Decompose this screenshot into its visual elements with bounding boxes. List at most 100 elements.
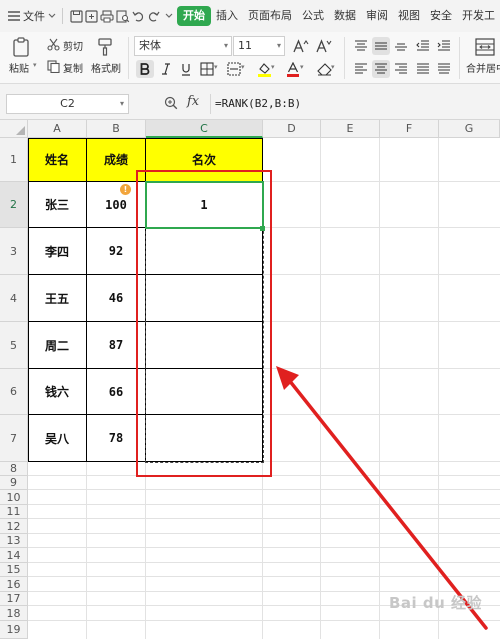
underline-icon[interactable] bbox=[177, 60, 195, 78]
row-header-16[interactable]: 16 bbox=[0, 577, 28, 592]
row-header-1[interactable]: 1 bbox=[0, 138, 28, 182]
print-icon[interactable] bbox=[100, 6, 115, 26]
table-cell-rank[interactable] bbox=[146, 322, 262, 368]
row-header-3[interactable]: 3 bbox=[0, 228, 28, 275]
cell-style-dropdown-icon[interactable]: ▾ bbox=[241, 63, 245, 71]
tab-developer[interactable]: 开发工 bbox=[457, 6, 500, 26]
font-name-select[interactable]: 宋体 ▾ bbox=[134, 36, 232, 56]
fill-handle[interactable] bbox=[260, 226, 265, 231]
table-cell-score[interactable]: 78 bbox=[87, 415, 145, 461]
table-cell-rank[interactable] bbox=[146, 228, 262, 274]
tab-view[interactable]: 视图 bbox=[393, 6, 425, 26]
tab-security[interactable]: 安全 bbox=[425, 6, 457, 26]
row-header-8[interactable]: 8 bbox=[0, 462, 28, 476]
align-middle-icon[interactable] bbox=[372, 37, 390, 55]
scissors-icon[interactable] bbox=[46, 37, 60, 51]
align-center-icon[interactable] bbox=[372, 60, 390, 78]
merge-center-button[interactable]: 合并居中 bbox=[466, 60, 500, 75]
row-header-17[interactable]: 17 bbox=[0, 592, 28, 606]
row-header-5[interactable]: 5 bbox=[0, 322, 28, 369]
quick-access-more-icon[interactable] bbox=[162, 6, 177, 26]
eraser-dropdown-icon[interactable]: ▾ bbox=[331, 63, 335, 71]
font-color-dropdown-icon[interactable]: ▾ bbox=[300, 63, 304, 71]
paste-dropdown-icon[interactable]: ▾ bbox=[33, 61, 37, 69]
redo-icon[interactable] bbox=[146, 6, 161, 26]
row-header-13[interactable]: 13 bbox=[0, 534, 28, 548]
name-box[interactable]: C2 ▾ bbox=[6, 94, 129, 114]
align-top-icon[interactable] bbox=[352, 37, 370, 55]
header-cell-rank[interactable]: 名次 bbox=[146, 138, 262, 181]
fill-color-dropdown-icon[interactable]: ▾ bbox=[271, 63, 275, 71]
tab-review[interactable]: 审阅 bbox=[361, 6, 393, 26]
font-size-select[interactable]: 11 ▾ bbox=[233, 36, 285, 56]
table-cell-name[interactable]: 李四 bbox=[28, 228, 86, 274]
table-cell-rank[interactable] bbox=[146, 369, 262, 414]
table-cell-score[interactable]: 87 bbox=[87, 322, 145, 368]
tab-home[interactable]: 开始 bbox=[177, 6, 212, 26]
copy-button[interactable]: 复制 bbox=[63, 60, 83, 75]
tab-data[interactable]: 数据 bbox=[329, 6, 361, 26]
row-header-11[interactable]: 11 bbox=[0, 505, 28, 519]
column-header-c[interactable]: C bbox=[146, 120, 263, 138]
table-cell-score[interactable]: 66 bbox=[87, 369, 145, 414]
row-header-18[interactable]: 18 bbox=[0, 606, 28, 621]
file-menu[interactable]: 文件 bbox=[8, 8, 56, 24]
table-cell-rank[interactable]: 1 bbox=[146, 182, 262, 227]
undo-icon[interactable] bbox=[131, 6, 146, 26]
increase-font-icon[interactable] bbox=[292, 37, 310, 55]
table-cell-rank[interactable] bbox=[146, 275, 262, 321]
borders-dropdown-icon[interactable]: ▾ bbox=[214, 63, 218, 71]
table-cell-name[interactable]: 张三 bbox=[28, 182, 86, 227]
align-right-icon[interactable] bbox=[392, 60, 410, 78]
table-cell-score[interactable]: 92 bbox=[87, 228, 145, 274]
column-header-f[interactable]: F bbox=[380, 120, 439, 138]
align-bottom-icon[interactable] bbox=[392, 37, 410, 55]
column-header-a[interactable]: A bbox=[28, 120, 87, 138]
row-header-12[interactable]: 12 bbox=[0, 519, 28, 534]
cut-button[interactable]: 剪切 bbox=[63, 38, 83, 53]
copy-icon[interactable] bbox=[46, 59, 60, 73]
warning-icon[interactable]: ! bbox=[120, 184, 131, 195]
export-icon[interactable] bbox=[84, 6, 99, 26]
row-header-14[interactable]: 14 bbox=[0, 548, 28, 563]
tab-formulas[interactable]: 公式 bbox=[297, 6, 329, 26]
distributed-icon[interactable] bbox=[435, 60, 453, 78]
justify-icon[interactable] bbox=[414, 60, 432, 78]
row-header-10[interactable]: 10 bbox=[0, 490, 28, 505]
table-cell-name[interactable]: 钱六 bbox=[28, 369, 86, 414]
column-header-e[interactable]: E bbox=[321, 120, 380, 138]
format-painter-icon[interactable] bbox=[94, 36, 116, 58]
table-cell-rank[interactable] bbox=[146, 415, 262, 461]
italic-icon[interactable] bbox=[157, 60, 175, 78]
table-cell-score[interactable]: 46 bbox=[87, 275, 145, 321]
decrease-indent-icon[interactable] bbox=[414, 37, 432, 55]
column-header-b[interactable]: B bbox=[87, 120, 146, 138]
merge-center-icon[interactable] bbox=[474, 36, 496, 58]
insert-function-button[interactable]: fx bbox=[187, 94, 199, 109]
header-cell-name[interactable]: 姓名 bbox=[28, 138, 86, 181]
increase-indent-icon[interactable] bbox=[435, 37, 453, 55]
tab-page-layout[interactable]: 页面布局 bbox=[243, 6, 297, 26]
row-header-6[interactable]: 6 bbox=[0, 369, 28, 415]
column-header-g[interactable]: G bbox=[439, 120, 500, 138]
bold-icon[interactable] bbox=[136, 60, 154, 78]
paste-button[interactable]: 粘贴 bbox=[9, 60, 29, 75]
row-header-19[interactable]: 19 bbox=[0, 621, 28, 639]
print-preview-icon[interactable] bbox=[115, 6, 130, 26]
row-header-4[interactable]: 4 bbox=[0, 275, 28, 322]
table-cell-name[interactable]: 周二 bbox=[28, 322, 86, 368]
table-cell-name[interactable]: 王五 bbox=[28, 275, 86, 321]
align-left-icon[interactable] bbox=[352, 60, 370, 78]
table-cell-name[interactable]: 吴八 bbox=[28, 415, 86, 461]
decrease-font-icon[interactable] bbox=[315, 37, 333, 55]
row-header-9[interactable]: 9 bbox=[0, 476, 28, 490]
row-header-15[interactable]: 15 bbox=[0, 563, 28, 577]
table-cell-score[interactable]: 100 bbox=[87, 182, 145, 227]
format-painter-button[interactable]: 格式刷 bbox=[91, 60, 121, 75]
column-header-d[interactable]: D bbox=[263, 120, 321, 138]
paste-icon[interactable] bbox=[8, 36, 34, 58]
row-header-2[interactable]: 2 bbox=[0, 182, 28, 228]
formula-input[interactable]: =RANK(B2,B:B) bbox=[210, 94, 500, 114]
select-all-corner[interactable] bbox=[0, 120, 28, 138]
zoom-icon[interactable] bbox=[164, 96, 178, 113]
